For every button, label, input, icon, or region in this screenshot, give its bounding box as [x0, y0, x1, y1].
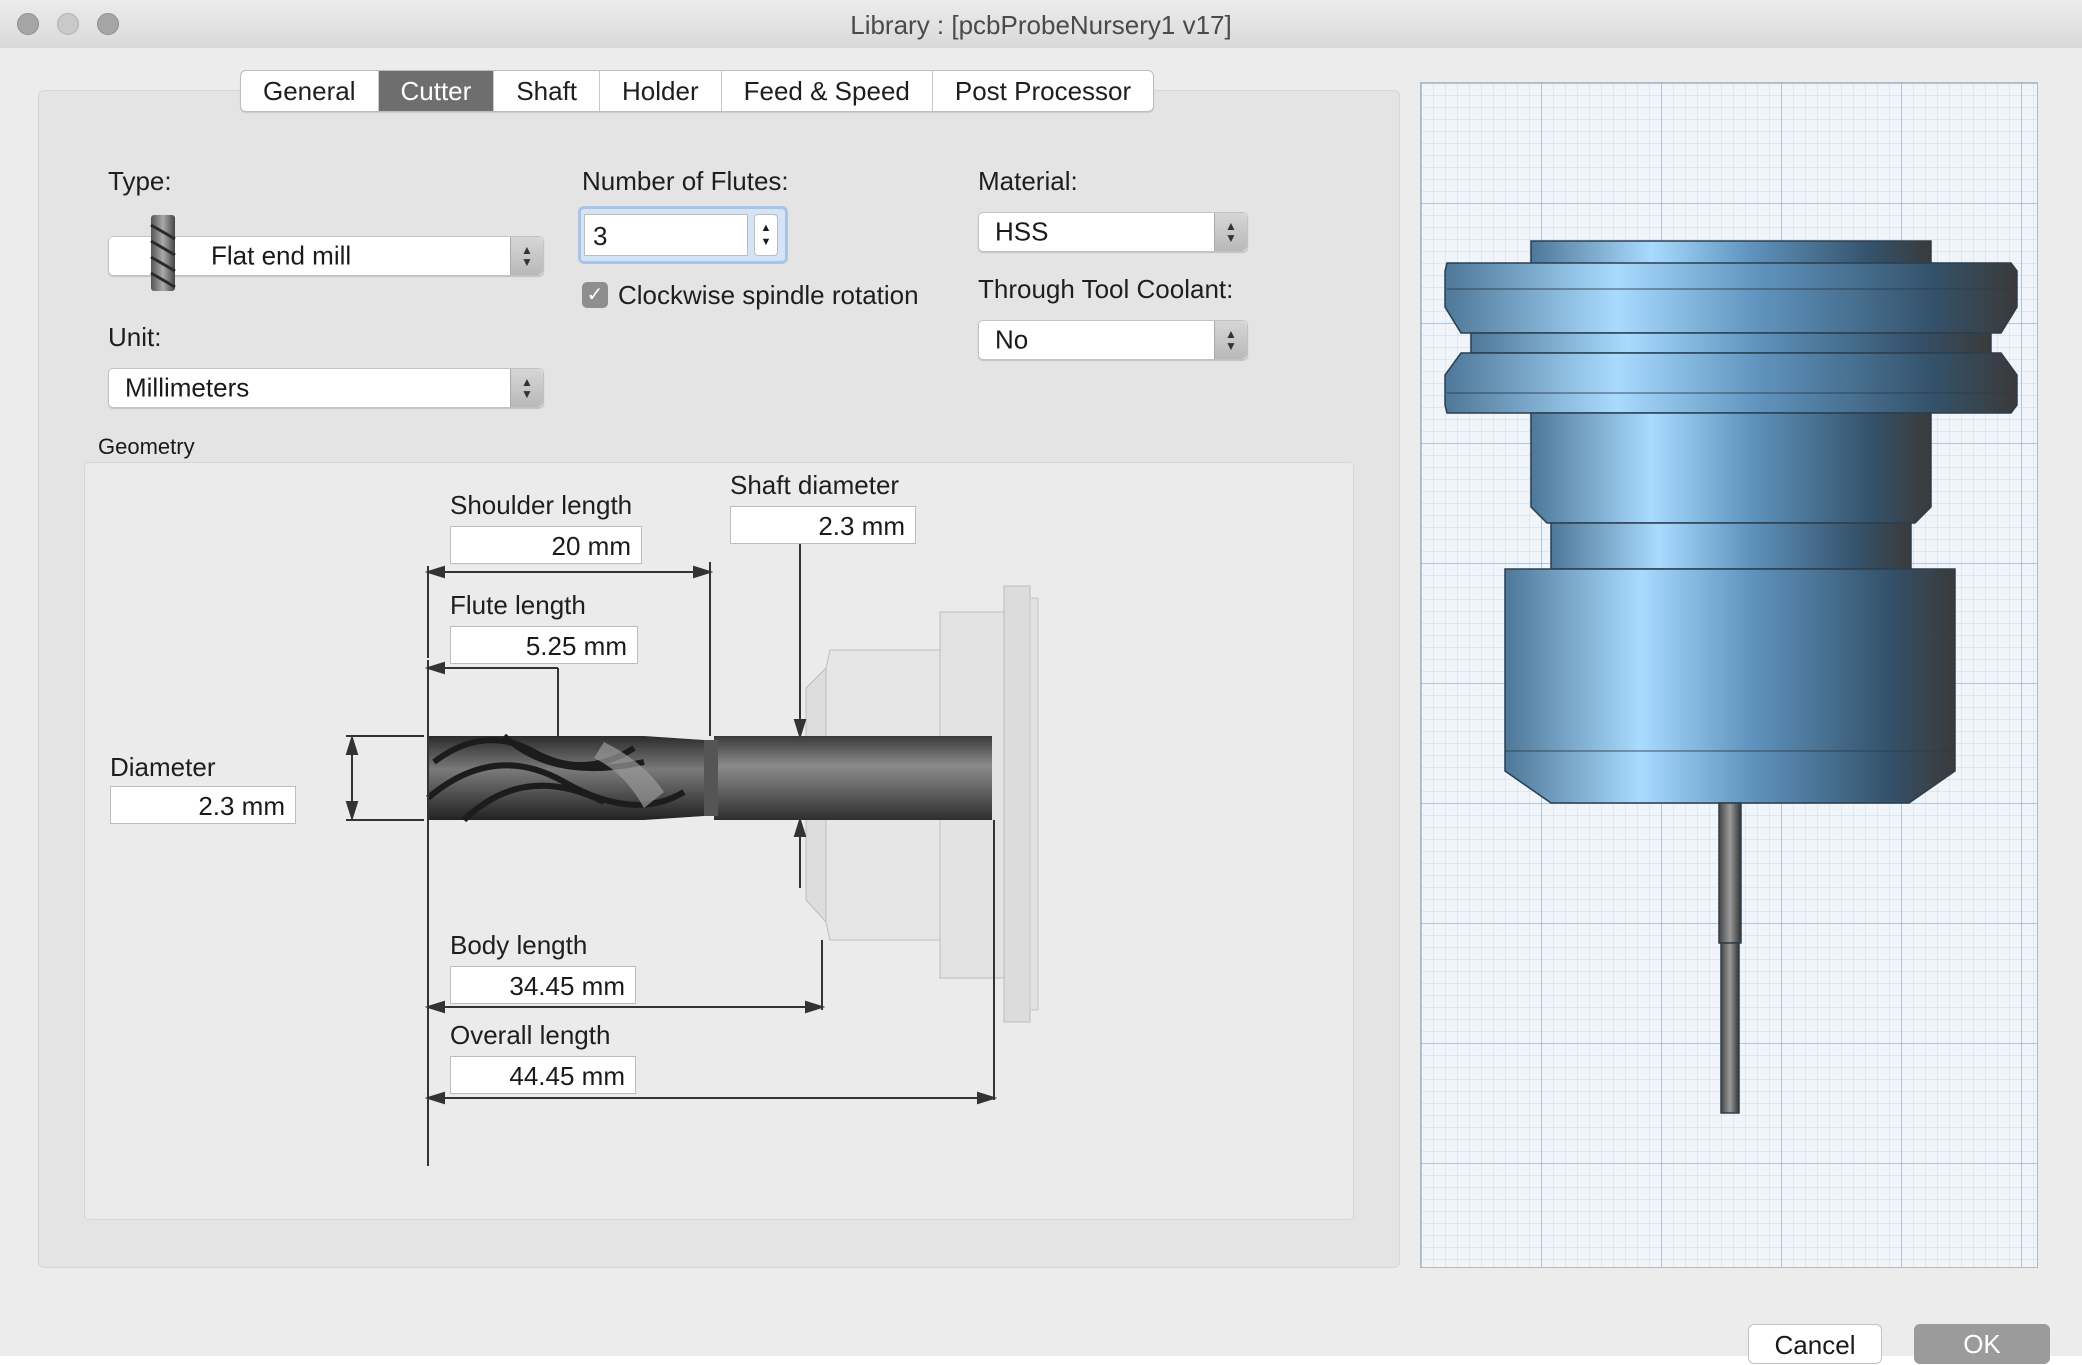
coolant-select[interactable]: No ▲ ▼	[978, 320, 1248, 360]
unit-label: Unit:	[108, 322, 162, 352]
overall-length-field[interactable]: 44.45 mm	[450, 1056, 636, 1094]
shaft-diameter-value: 2.3 mm	[818, 511, 905, 541]
type-value: Flat end mill	[211, 240, 352, 271]
shaft-diameter-label: Shaft diameter	[730, 470, 900, 500]
ok-button[interactable]: OK	[1914, 1324, 2050, 1364]
material-select[interactable]: HSS ▲ ▼	[978, 212, 1248, 252]
tab-shaft[interactable]: Shaft	[494, 71, 601, 111]
shoulder-length-field[interactable]: 20 mm	[450, 526, 642, 564]
flutes-stepper[interactable]: ▲ ▼	[754, 214, 778, 256]
overall-length-value: 44.45 mm	[509, 1061, 625, 1091]
geometry-section-label: Geometry	[98, 434, 195, 459]
cancel-button[interactable]: Cancel	[1748, 1324, 1882, 1364]
flutes-input[interactable]: 3	[584, 214, 748, 256]
window-title: Library : [pcbProbeNursery1 v17]	[850, 10, 1232, 40]
material-value: HSS	[995, 216, 1049, 247]
material-select-arrows[interactable]: ▲ ▼	[1214, 213, 1247, 251]
tab-holder[interactable]: Holder	[600, 71, 722, 111]
cutter-flutes	[428, 736, 704, 820]
tab-bar: General Cutter Shaft Holder Feed & Speed…	[240, 70, 1155, 112]
shoulder-length-label: Shoulder length	[450, 490, 633, 520]
overall-length-label: Overall length	[450, 1020, 611, 1050]
diameter-value: 2.3 mm	[198, 791, 285, 821]
cutter-shoulder	[704, 740, 718, 816]
shoulder-length-value: 20 mm	[551, 531, 631, 561]
flutes-label: Number of Flutes:	[582, 166, 789, 196]
unit-value: Millimeters	[125, 372, 250, 403]
type-select[interactable]: Flat end mill ▲ ▼	[108, 215, 544, 291]
coolant-label: Through Tool Coolant:	[978, 274, 1234, 304]
unit-select[interactable]: Millimeters ▲ ▼	[108, 368, 544, 408]
type-select-arrows[interactable]: ▲ ▼	[510, 237, 543, 275]
tab-general[interactable]: General	[241, 71, 379, 111]
diameter-label: Diameter	[110, 752, 216, 782]
body-length-label: Body length	[450, 930, 588, 960]
tool-preview-viewport[interactable]	[1420, 82, 2038, 1268]
holder-3d-render	[1444, 240, 2018, 1114]
cutter-diagram	[345, 544, 1039, 1166]
diameter-field[interactable]: 2.3 mm	[110, 786, 296, 824]
cutter-shank	[714, 736, 992, 820]
end-mill-icon	[150, 215, 176, 291]
tab-post-processor[interactable]: Post Processor	[933, 71, 1153, 111]
title-bar: Library : [pcbProbeNursery1 v17]	[0, 0, 2082, 49]
flutes-value: 3	[593, 221, 608, 251]
coolant-select-arrows[interactable]: ▲ ▼	[1214, 321, 1247, 359]
material-label: Material:	[978, 166, 1078, 196]
flute-length-field[interactable]: 5.25 mm	[450, 626, 638, 664]
coolant-value: No	[995, 324, 1029, 355]
tab-feed-speed[interactable]: Feed & Speed	[722, 71, 933, 111]
body-length-field[interactable]: 34.45 mm	[450, 966, 636, 1004]
flute-length-value: 5.25 mm	[525, 631, 627, 661]
unit-select-arrows[interactable]: ▲ ▼	[510, 369, 543, 407]
type-label: Type:	[108, 166, 172, 196]
clockwise-checkbox[interactable]: ✓	[582, 282, 608, 308]
clockwise-label: Clockwise spindle rotation	[618, 280, 919, 310]
shaft-diameter-field[interactable]: 2.3 mm	[730, 506, 916, 544]
flute-length-label: Flute length	[450, 590, 586, 620]
body-length-value: 34.45 mm	[509, 971, 625, 1001]
tab-cutter[interactable]: Cutter	[378, 71, 495, 111]
